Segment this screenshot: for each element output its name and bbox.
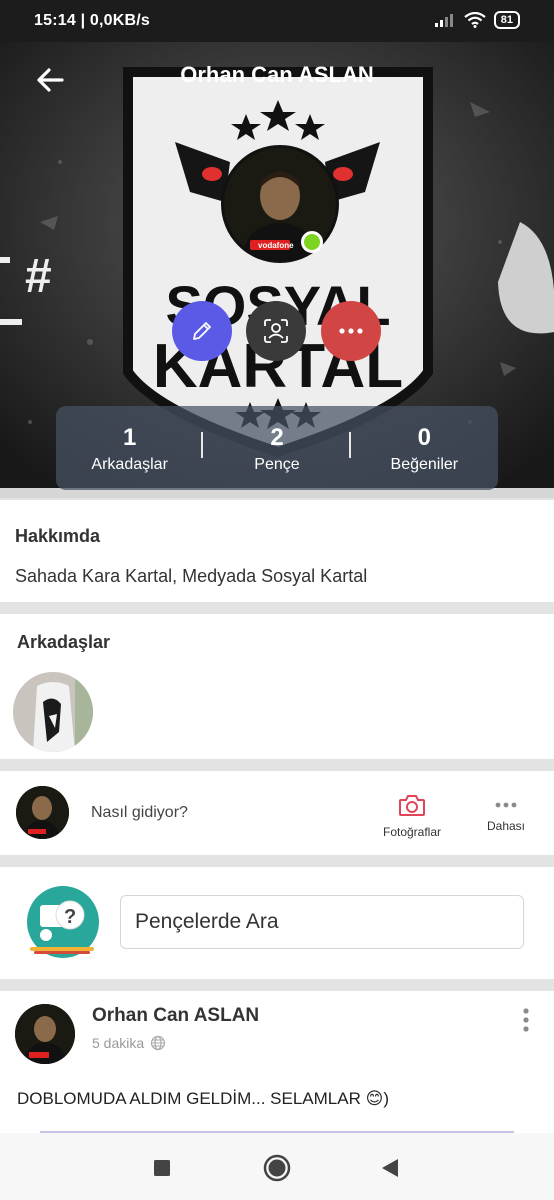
stat-label: Arkadaşlar: [91, 456, 168, 473]
camera-icon: [399, 795, 425, 816]
about-title: Hakkımda: [15, 526, 101, 546]
stat-value: 2: [270, 424, 284, 451]
composer-avatar: [16, 786, 69, 839]
face-scan-button[interactable]: [246, 301, 306, 361]
post-text: DOBLOMUDA ALDIM GELDİM... SELAMLAR 😊): [17, 1089, 389, 1108]
profile-cover: SOSYAL KARTAL # Orhan Can ASLAN vodafone: [0, 42, 554, 498]
post-meta: 5 dakika: [92, 1035, 166, 1051]
status-icons: 81: [434, 11, 520, 29]
online-status-dot: [301, 231, 323, 253]
svg-text:#: #: [25, 250, 52, 303]
friends-section: Arkadaşlar: [0, 614, 554, 759]
recent-apps-icon[interactable]: [145, 1151, 179, 1185]
stat-value: 1: [122, 424, 137, 451]
post-card: Orhan Can ASLAN 5 dakika DOBLOMUDA ALDIM…: [0, 991, 554, 1133]
search-section: ? Pençelerde Ara: [0, 867, 554, 979]
friend-avatar[interactable]: [13, 672, 93, 752]
profile-title: Orhan Can ASLAN: [180, 62, 374, 87]
post-options-icon[interactable]: [516, 1007, 536, 1033]
stat-pence[interactable]: 2 Pençe: [203, 406, 351, 490]
composer-input[interactable]: Nasıl gidiyor?: [91, 804, 188, 822]
stat-likes[interactable]: 0 Beğeniler: [351, 406, 498, 490]
post-time: 5 dakika: [92, 1035, 145, 1051]
post-author-name[interactable]: Orhan Can ASLAN: [92, 1005, 259, 1027]
profile-stats: 1 Arkadaşlar 2 Pençe 0 Beğeniler: [56, 406, 498, 490]
pencil-icon: [193, 322, 211, 340]
status-bar: 15:14 | 0,0KB/s 81: [0, 0, 554, 42]
svg-text:vodafone: vodafone: [258, 241, 294, 250]
more-horizontal-icon: [495, 802, 517, 808]
stat-label: Beğeniler: [390, 456, 459, 473]
post-author-avatar[interactable]: [15, 1004, 75, 1064]
search-input[interactable]: Pençelerde Ara: [120, 895, 524, 949]
stat-value: 0: [417, 424, 431, 451]
question-illustration-icon: ?: [27, 886, 99, 958]
edit-profile-button[interactable]: [172, 301, 232, 361]
stat-label: Pençe: [254, 456, 300, 473]
photos-label: Fotoğraflar: [382, 825, 442, 839]
svg-text:?: ?: [64, 906, 76, 928]
composer-more-button[interactable]: Dahası: [482, 793, 530, 833]
photos-button[interactable]: Fotoğraflar: [378, 793, 446, 839]
status-time: 15:14 | 0,0KB/s: [34, 12, 150, 29]
stat-friends[interactable]: 1 Arkadaşlar: [56, 406, 204, 490]
back-icon[interactable]: [372, 1151, 406, 1185]
about-text: Sahada Kara Kartal, Medyada Sosyal Karta…: [15, 566, 368, 586]
globe-icon: [151, 1035, 166, 1051]
more-label: Dahası: [486, 819, 526, 833]
more-dots-icon: [339, 328, 363, 334]
home-icon[interactable]: [260, 1151, 294, 1185]
signal-icon: [434, 14, 453, 27]
more-options-button[interactable]: [321, 301, 381, 361]
wifi-icon: [464, 12, 486, 28]
about-section: Hakkımda Sahada Kara Kartal, Medyada Sos…: [0, 500, 554, 602]
system-nav-bar: [0, 1133, 554, 1200]
post-composer: Nasıl gidiyor? Fotoğraflar Dahası: [0, 771, 554, 855]
face-scan-icon: [264, 319, 288, 343]
battery-icon: 81: [493, 11, 520, 29]
friends-title: Arkadaşlar: [17, 632, 111, 652]
